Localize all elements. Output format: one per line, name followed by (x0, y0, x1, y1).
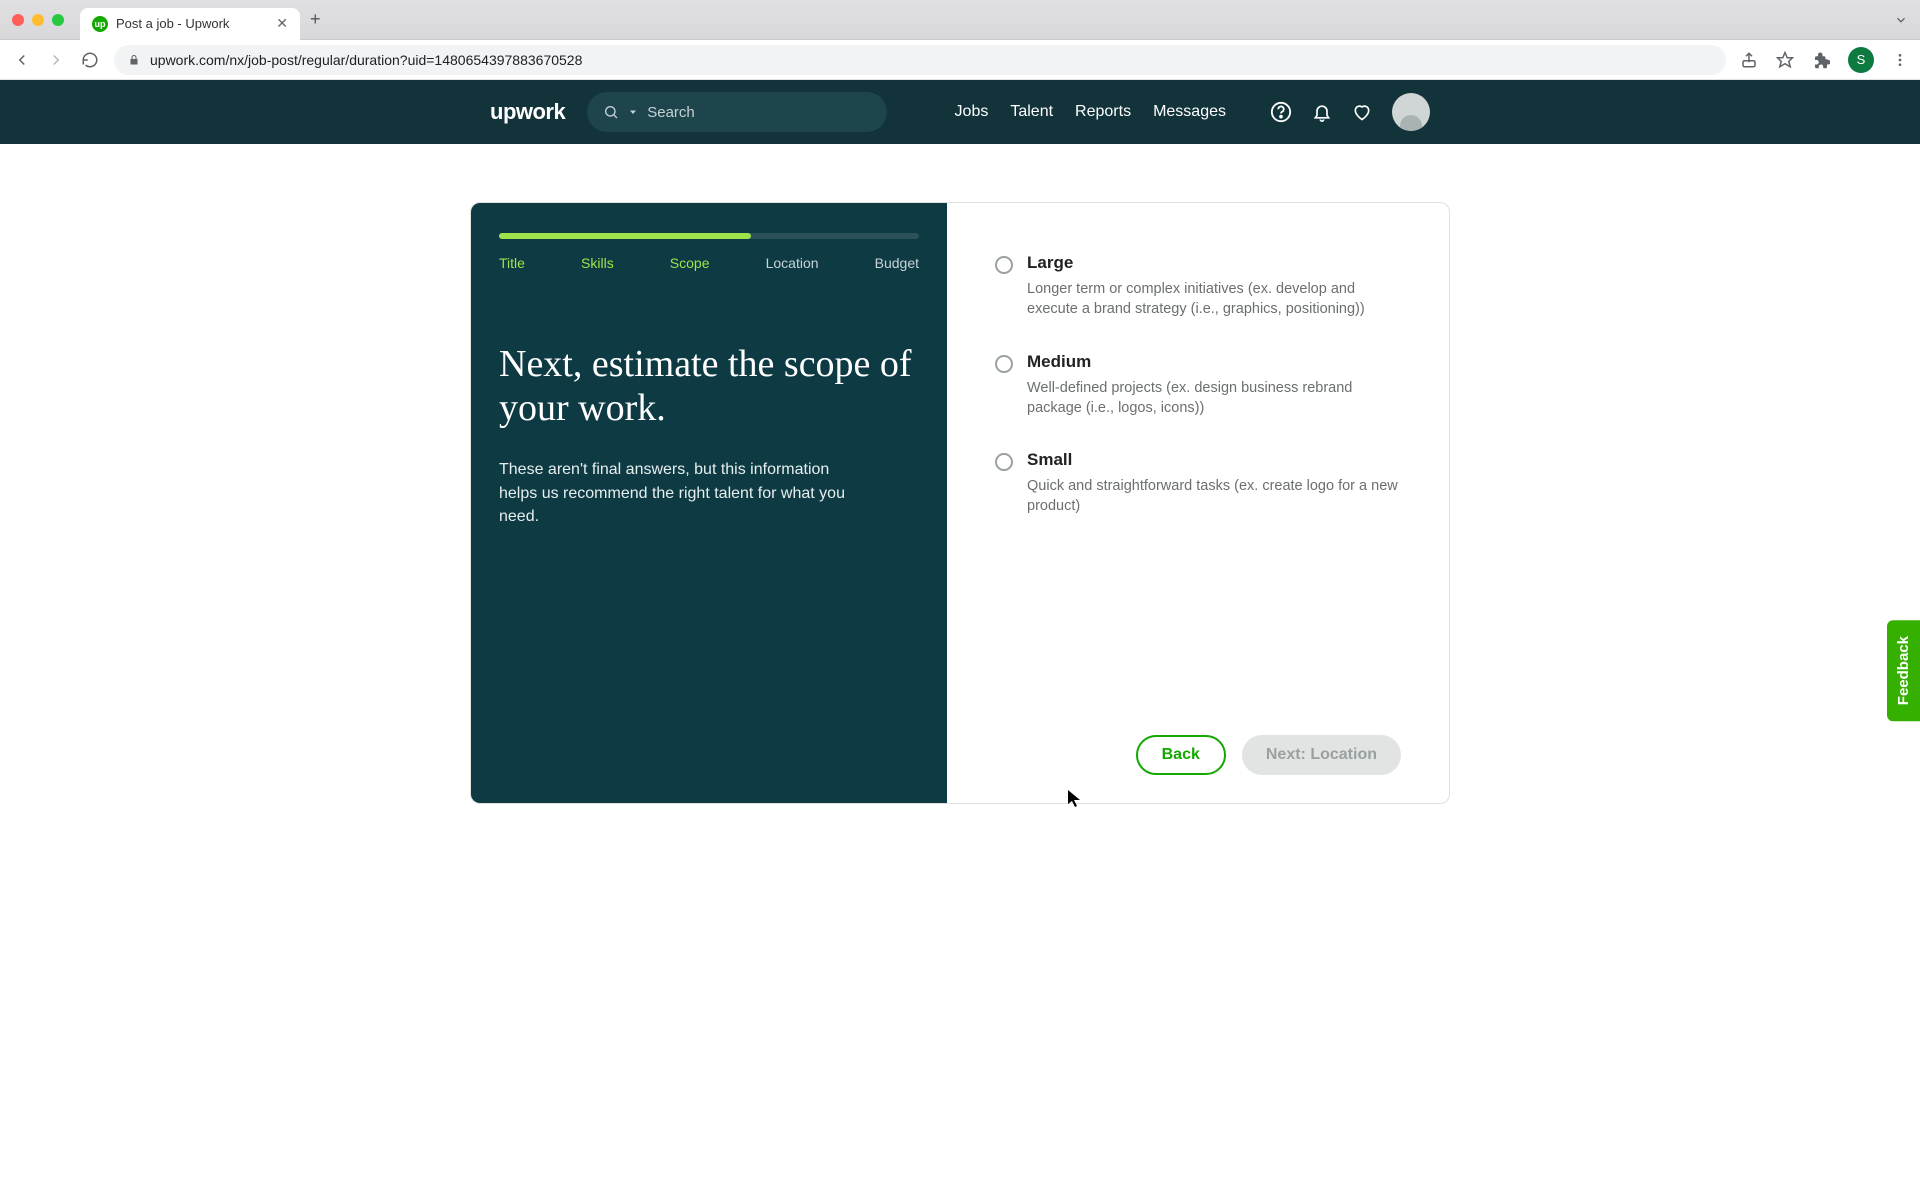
step-budget: Budget (875, 255, 919, 271)
wizard-actions: Back Next: Location (995, 735, 1401, 775)
wizard-content: Large Longer term or complex initiatives… (947, 203, 1449, 803)
radio-icon[interactable] (995, 256, 1013, 274)
tab-title: Post a job - Upwork (116, 16, 229, 31)
minimize-window-icon[interactable] (32, 14, 44, 26)
lock-icon (128, 54, 140, 66)
url-input[interactable]: upwork.com/nx/job-post/regular/duration?… (114, 45, 1726, 75)
avatar[interactable] (1392, 93, 1430, 131)
favicon-icon: up (92, 16, 108, 32)
radio-icon[interactable] (995, 355, 1013, 373)
site-top-nav: upwork Search Jobs Talent Reports Messag… (0, 80, 1920, 144)
reload-icon[interactable] (80, 51, 100, 69)
scope-option-small[interactable]: Small Quick and straightforward tasks (e… (995, 450, 1401, 517)
nav-link-talent[interactable]: Talent (1010, 103, 1053, 121)
option-desc: Quick and straightforward tasks (ex. cre… (1027, 476, 1401, 517)
browser-action-icons: S (1740, 47, 1908, 73)
nav-link-messages[interactable]: Messages (1153, 103, 1226, 121)
kebab-menu-icon[interactable] (1892, 52, 1908, 68)
radio-icon[interactable] (995, 453, 1013, 471)
scope-option-medium[interactable]: Medium Well-defined projects (ex. design… (995, 352, 1401, 419)
option-desc: Longer term or complex initiatives (ex. … (1027, 279, 1401, 320)
option-title: Medium (1027, 352, 1401, 372)
step-title: Title (499, 255, 525, 271)
forward-icon[interactable] (46, 51, 66, 69)
browser-tab[interactable]: up Post a job - Upwork ✕ (80, 8, 300, 40)
chevron-down-icon[interactable] (627, 106, 639, 118)
cursor-icon (1068, 790, 1082, 808)
page-subtitle: These aren't final answers, but this inf… (499, 458, 859, 528)
bell-icon[interactable] (1312, 102, 1332, 122)
progress-fill (499, 233, 751, 239)
option-title: Small (1027, 450, 1401, 470)
tab-list-dropdown-icon[interactable] (1894, 13, 1908, 27)
share-icon[interactable] (1740, 51, 1758, 69)
wizard-sidebar: Title Skills Scope Location Budget Next,… (471, 203, 947, 803)
wizard-card: Title Skills Scope Location Budget Next,… (470, 202, 1450, 804)
page-title: Next, estimate the scope of your work. (499, 343, 919, 430)
fullscreen-window-icon[interactable] (52, 14, 64, 26)
url-text: upwork.com/nx/job-post/regular/duration?… (150, 52, 582, 68)
extensions-icon[interactable] (1812, 51, 1830, 69)
back-button[interactable]: Back (1136, 735, 1226, 775)
step-labels: Title Skills Scope Location Budget (499, 255, 919, 271)
step-skills: Skills (581, 255, 614, 271)
logo[interactable]: upwork (490, 99, 565, 125)
window-controls (12, 14, 64, 26)
option-title: Large (1027, 253, 1401, 273)
option-desc: Well-defined projects (ex. design busine… (1027, 378, 1401, 419)
close-window-icon[interactable] (12, 14, 24, 26)
nav-link-reports[interactable]: Reports (1075, 103, 1131, 121)
close-tab-icon[interactable]: ✕ (276, 15, 288, 32)
browser-tab-strip: up Post a job - Upwork ✕ + (0, 0, 1920, 40)
bookmark-star-icon[interactable] (1776, 51, 1794, 69)
search-placeholder: Search (647, 104, 695, 121)
step-location: Location (766, 255, 819, 271)
feedback-tab[interactable]: Feedback (1887, 620, 1920, 721)
new-tab-button[interactable]: + (310, 9, 321, 30)
next-button[interactable]: Next: Location (1242, 735, 1401, 775)
progress-bar (499, 233, 919, 239)
back-icon[interactable] (12, 51, 32, 69)
scope-option-large[interactable]: Large Longer term or complex initiatives… (995, 253, 1401, 320)
heart-icon[interactable] (1352, 102, 1372, 122)
search-input[interactable]: Search (587, 92, 887, 132)
help-icon[interactable] (1270, 101, 1292, 123)
profile-chip[interactable]: S (1848, 47, 1874, 73)
step-scope: Scope (670, 255, 710, 271)
nav-link-jobs[interactable]: Jobs (955, 103, 989, 121)
browser-address-bar: upwork.com/nx/job-post/regular/duration?… (0, 40, 1920, 80)
primary-nav-links: Jobs Talent Reports Messages (955, 103, 1226, 121)
search-icon (603, 104, 619, 120)
